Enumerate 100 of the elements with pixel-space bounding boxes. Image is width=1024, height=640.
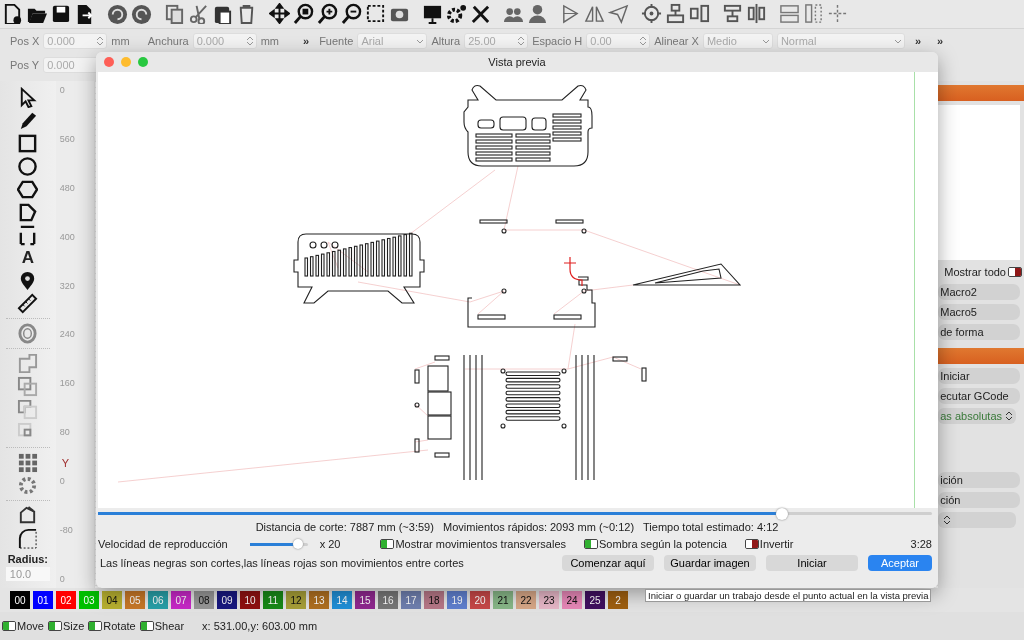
field-label: Espacio H <box>532 34 583 47</box>
toggle[interactable] <box>2 621 16 631</box>
panel-button[interactable]: ición <box>938 471 1020 488</box>
color-swatch[interactable]: 13 <box>309 591 329 610</box>
slider-thumb[interactable] <box>775 508 788 520</box>
color-swatch[interactable]: 19 <box>447 591 467 610</box>
toggle[interactable] <box>88 621 103 631</box>
polygon-icon[interactable] <box>17 201 39 223</box>
hexagon-icon[interactable] <box>17 178 39 200</box>
align-stack-icon[interactable] <box>665 3 686 25</box>
send-icon[interactable] <box>608 3 629 25</box>
color-swatch[interactable]: 04 <box>102 591 122 610</box>
zoom-fit-icon[interactable] <box>293 3 314 25</box>
panel-button[interactable]: ción <box>938 491 1020 508</box>
panel-button[interactable]: Macro2 <box>938 283 1020 300</box>
color-swatch[interactable]: 02 <box>56 591 76 610</box>
toggle[interactable] <box>47 621 62 631</box>
zoom-out-icon[interactable] <box>341 3 362 25</box>
progress-slider[interactable] <box>98 508 932 520</box>
target-icon[interactable] <box>641 3 662 25</box>
color-swatch[interactable]: 01 <box>33 591 53 610</box>
move-icon[interactable] <box>269 3 290 25</box>
option-label: Invertir <box>759 538 794 550</box>
circular-array-icon[interactable] <box>17 474 39 496</box>
color-swatch[interactable]: 2 <box>608 591 628 610</box>
square-icon[interactable] <box>17 132 39 154</box>
new-file-icon[interactable] <box>2 3 23 25</box>
field-label: Pos Y <box>10 58 40 71</box>
color-swatch[interactable]: 22 <box>516 591 536 610</box>
color-swatch[interactable]: 00 <box>10 591 30 610</box>
dialog-button[interactable]: Comenzar aquí <box>562 555 654 571</box>
show-all-label: Mostrar todo <box>944 265 1006 278</box>
overlap-shapes-icon[interactable] <box>17 375 39 397</box>
text-tool[interactable]: A <box>21 247 34 268</box>
zoom-in-icon[interactable] <box>317 3 338 25</box>
panel-dropdown[interactable]: as absolutas <box>938 407 1016 424</box>
radius-label: Radius: <box>7 552 48 565</box>
ruler-label: 160 <box>59 378 76 389</box>
spinner-arrows-icon[interactable] <box>1006 410 1012 421</box>
color-swatch[interactable]: 21 <box>493 591 513 610</box>
color-swatch[interactable]: 24 <box>562 591 582 610</box>
color-swatch[interactable]: 15 <box>355 591 375 610</box>
toggle[interactable] <box>744 539 759 549</box>
color-swatch[interactable]: 07 <box>171 591 191 610</box>
circle-icon[interactable] <box>17 155 39 177</box>
color-swatch[interactable]: 11 <box>263 591 283 610</box>
distribute-icon[interactable] <box>722 3 743 25</box>
dialog-button[interactable]: Guardar imagen <box>664 555 756 571</box>
save-icon[interactable] <box>50 3 71 25</box>
user-icon[interactable] <box>527 3 548 25</box>
copy-icon[interactable] <box>164 3 185 25</box>
color-swatch[interactable]: 14 <box>332 591 352 610</box>
panel-button[interactable]: ecutar GCode <box>938 387 1020 404</box>
corner-radius-icon[interactable] <box>17 527 39 549</box>
toggle[interactable] <box>380 539 395 549</box>
color-swatch[interactable]: 05 <box>125 591 145 610</box>
option-label: Sombra según la potencia <box>599 538 727 550</box>
speed-slider[interactable] <box>249 538 308 550</box>
more-chevron[interactable]: » <box>914 34 922 47</box>
tooltip: Iniciar o guardar un trabajo desde el punto actual en la vista previa <box>645 589 932 602</box>
frame-split-icon[interactable] <box>779 3 800 25</box>
more-chevron[interactable]: » <box>937 34 944 47</box>
color-swatch[interactable]: 08 <box>194 591 214 610</box>
undo-icon[interactable] <box>107 3 128 25</box>
redo-icon[interactable] <box>131 3 152 25</box>
color-swatch[interactable]: 16 <box>378 591 398 610</box>
color-swatch[interactable]: 09 <box>217 591 237 610</box>
toggle[interactable] <box>584 539 598 549</box>
crosshair-icon[interactable] <box>827 3 848 25</box>
spacing-icon[interactable] <box>746 3 767 25</box>
dialog-button[interactable]: Iniciar <box>766 555 858 571</box>
color-swatch[interactable]: 10 <box>240 591 260 610</box>
color-swatch[interactable]: 25 <box>585 591 605 610</box>
settings-icon[interactable] <box>446 3 467 25</box>
subtract-shapes-icon[interactable] <box>17 398 39 420</box>
color-swatch[interactable]: 23 <box>539 591 559 610</box>
spinner-arrows-icon[interactable] <box>944 514 951 525</box>
color-swatch[interactable]: 18 <box>424 591 444 610</box>
align-center-icon[interactable] <box>689 3 710 25</box>
cut-icon[interactable] <box>188 3 209 25</box>
toggle[interactable] <box>139 621 154 631</box>
panel-button[interactable]: de forma <box>938 323 1020 340</box>
color-swatch[interactable]: 20 <box>470 591 490 610</box>
color-swatch[interactable]: 17 <box>401 591 421 610</box>
select-frame-icon[interactable] <box>365 3 386 25</box>
color-swatch[interactable]: 06 <box>148 591 168 610</box>
flip-horizontal-icon[interactable] <box>560 3 581 25</box>
panel-button[interactable]: Macro5 <box>938 303 1020 320</box>
offset-ring-icon[interactable] <box>17 322 39 344</box>
color-swatch[interactable]: 12 <box>286 591 306 610</box>
dialog-button[interactable]: Aceptar <box>868 555 932 571</box>
column-split-icon[interactable] <box>803 3 824 25</box>
option-label: Mostrar movimientos transversales <box>395 538 566 550</box>
grid-array-icon[interactable] <box>17 451 39 473</box>
toggle[interactable] <box>1008 266 1022 277</box>
more-chevron[interactable]: » <box>303 34 310 47</box>
monitor-icon[interactable] <box>422 3 443 25</box>
cut-statistics: Distancia de corte: 7887 mm (~3:59) Movimientos rápidos: 2093 mm (~0:12) Tiempo total estimado: 4:12 <box>254 521 780 533</box>
ruler-icon[interactable] <box>17 292 39 314</box>
panel-button[interactable]: Iniciar <box>938 367 1020 384</box>
